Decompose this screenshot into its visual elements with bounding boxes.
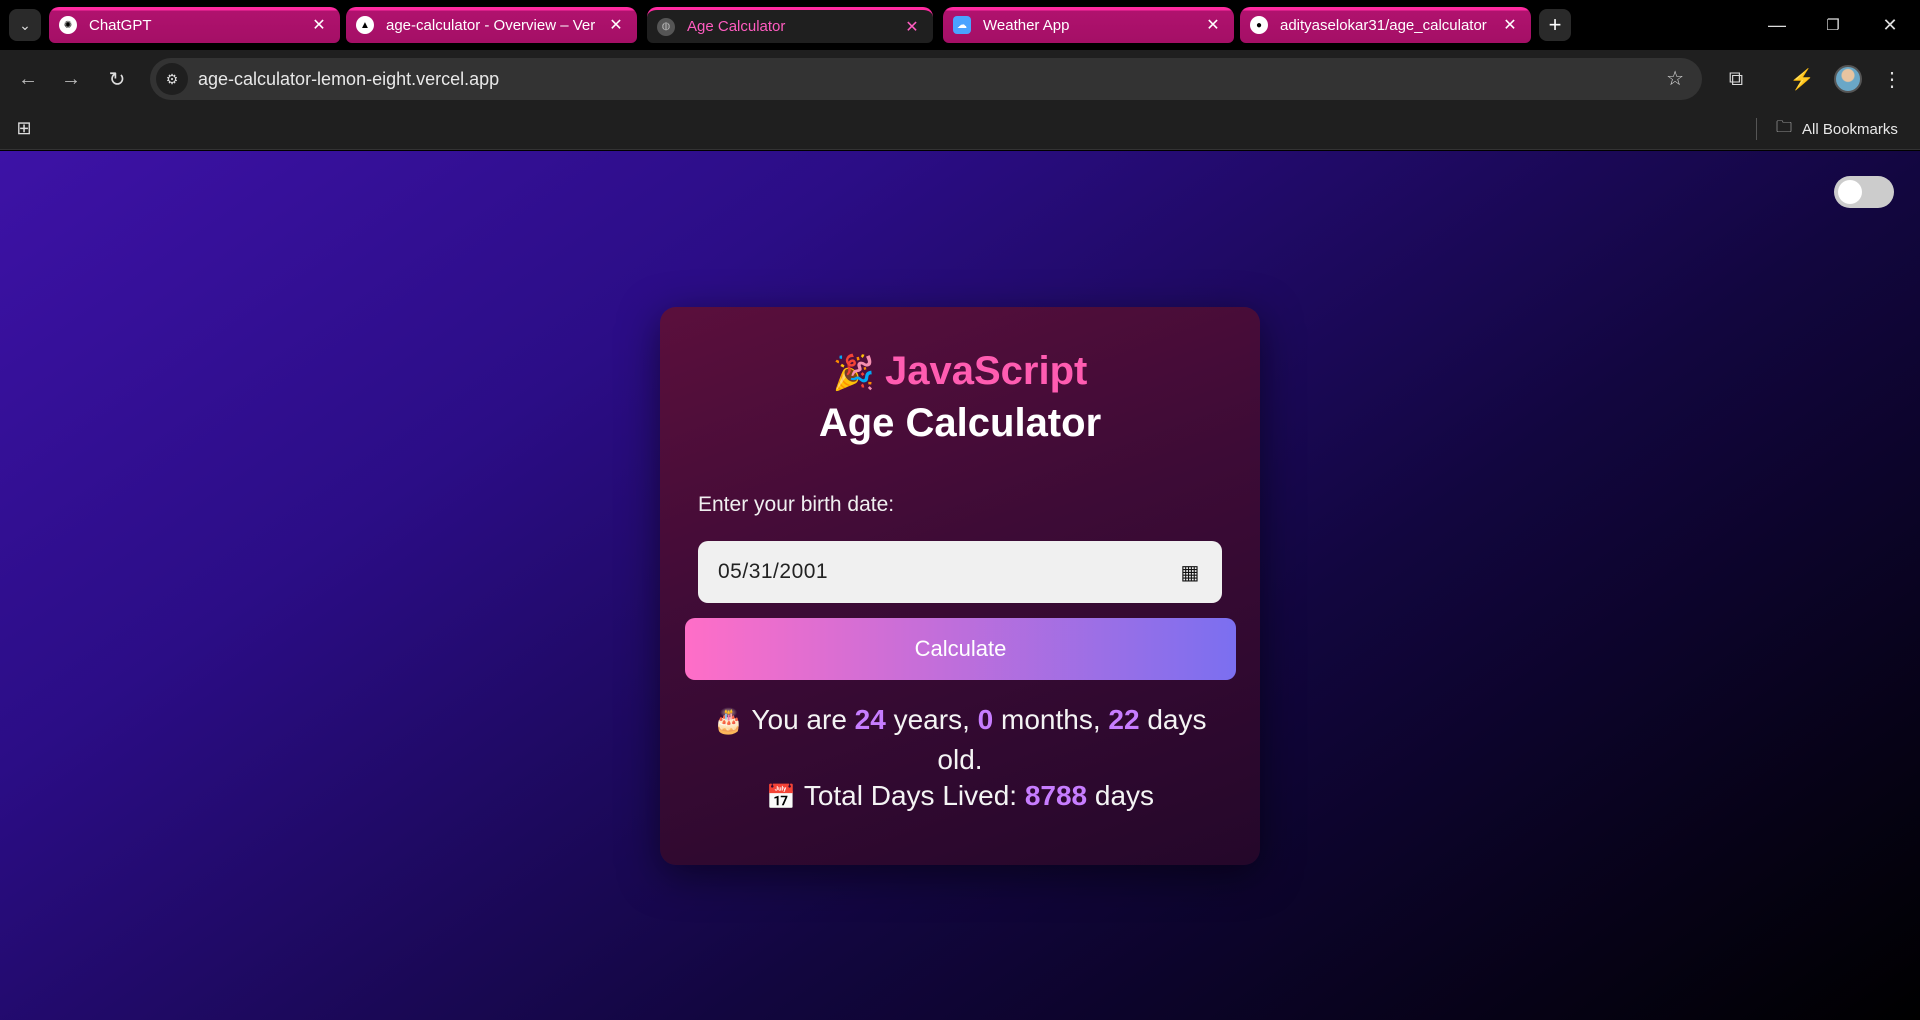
result-months-unit: months,	[1001, 704, 1101, 735]
chatgpt-icon: ✺	[59, 16, 77, 34]
profile-avatar[interactable]	[1834, 65, 1862, 93]
minimize-icon: —	[1768, 14, 1786, 35]
page-title-line1: 🎉 JavaScript	[660, 349, 1260, 394]
result-months: 0	[977, 704, 994, 735]
tab-chatgpt[interactable]: ✺ ChatGPT ✕	[49, 7, 340, 43]
globe-icon: ◍	[657, 17, 675, 36]
back-button[interactable]: ←	[13, 64, 43, 94]
lightning-icon: ⚡	[1789, 68, 1815, 91]
restore-button[interactable]: ❐	[1813, 10, 1853, 40]
tab-title: Age Calculator	[687, 18, 786, 35]
close-window-button[interactable]: ✕	[1870, 10, 1910, 40]
close-icon[interactable]: ✕	[903, 17, 921, 37]
result-years-unit: years,	[893, 704, 970, 735]
bookmark-star-icon[interactable]: ☆	[1666, 66, 1684, 91]
calculate-button[interactable]: Calculate	[685, 618, 1236, 680]
result-prefix: You are	[751, 704, 847, 735]
bookmarks-bar: ⊞ 🗀 All Bookmarks	[0, 108, 1920, 150]
birth-date-value[interactable]: 05/31/2001	[718, 560, 1178, 584]
weather-icon: ☁	[953, 16, 971, 34]
apps-grid-icon[interactable]: ⊞	[13, 117, 35, 139]
tab-title: adityaselokar31/age_calculator	[1280, 16, 1487, 34]
party-popper-icon: 🎉	[832, 354, 875, 392]
chevron-down-icon: ⌄	[19, 16, 31, 33]
folder-icon: 🗀	[1776, 118, 1793, 136]
total-days-result: 📅 Total Days Lived: 8788 days	[710, 777, 1210, 817]
tab-title: ChatGPT	[89, 16, 152, 34]
puzzle-icon: ⧉	[1728, 67, 1744, 90]
vercel-icon: ▲	[356, 16, 374, 34]
total-days-value: 8788	[1024, 780, 1088, 811]
birthday-cake-icon: 🎂	[713, 708, 744, 735]
close-icon[interactable]: ✕	[607, 15, 625, 35]
tab-vercel-overview[interactable]: ▲ age-calculator - Overview – Ver ✕	[346, 7, 637, 43]
total-days-label: Total Days Lived:	[803, 780, 1018, 811]
all-bookmarks-button[interactable]: 🗀 All Bookmarks	[1776, 117, 1898, 141]
close-icon: ✕	[1882, 14, 1898, 35]
forward-button[interactable]: →	[56, 64, 86, 94]
tab-title: age-calculator - Overview – Ver	[386, 16, 596, 34]
tab-age-calculator[interactable]: ◍ Age Calculator ✕	[647, 7, 933, 43]
close-icon[interactable]: ✕	[310, 15, 328, 35]
close-icon[interactable]: ✕	[1204, 15, 1222, 35]
tab-title: Weather App	[983, 16, 1070, 34]
birth-date-label: Enter your birth date:	[698, 493, 895, 516]
result-days: 22	[1108, 704, 1140, 735]
birth-date-input[interactable]: 05/31/2001 ▦	[698, 541, 1222, 603]
total-days-unit: days	[1094, 780, 1155, 811]
age-result: 🎂 You are 24 years, 0 months, 22 days old…	[710, 701, 1210, 779]
browser-toolbar: ← → ↻ ⚙ age-calculator-lemon-eight.verce…	[0, 50, 1920, 108]
minimize-button[interactable]: —	[1757, 10, 1797, 40]
page-background: 🎉 JavaScript Age Calculator Enter your bi…	[0, 151, 1920, 1020]
bookmarks-divider	[1756, 118, 1757, 140]
calendar-picker-icon[interactable]: ▦	[1178, 560, 1202, 584]
site-info-icon[interactable]: ⚙	[156, 63, 188, 95]
toggle-knob	[1838, 180, 1862, 204]
arrow-right-icon: →	[61, 67, 81, 90]
tab-weather-app[interactable]: ☁ Weather App ✕	[943, 7, 1234, 43]
address-bar[interactable]: ⚙ age-calculator-lemon-eight.vercel.app …	[150, 58, 1702, 100]
all-bookmarks-label: All Bookmarks	[1802, 120, 1898, 138]
performance-button[interactable]: ⚡	[1786, 63, 1818, 95]
arrow-left-icon: ←	[18, 67, 38, 90]
tab-search-button[interactable]: ⌄	[9, 9, 41, 41]
kebab-menu-icon: ⋮	[1882, 68, 1902, 91]
menu-button[interactable]: ⋮	[1876, 63, 1908, 95]
calculator-card: 🎉 JavaScript Age Calculator Enter your bi…	[660, 307, 1260, 865]
reload-icon: ↻	[108, 68, 126, 91]
new-tab-button[interactable]: +	[1539, 9, 1571, 41]
url-text[interactable]: age-calculator-lemon-eight.vercel.app	[198, 69, 499, 90]
plus-icon: +	[1548, 12, 1562, 37]
extensions-button[interactable]: ⧉	[1720, 63, 1752, 95]
theme-toggle[interactable]	[1834, 176, 1894, 208]
calendar-icon: 📅	[765, 784, 796, 811]
github-icon: ●	[1250, 16, 1268, 34]
page-title-line2: Age Calculator	[818, 401, 1102, 445]
tab-github-repo[interactable]: ● adityaselokar31/age_calculator ✕	[1240, 7, 1531, 43]
restore-icon: ❐	[1826, 17, 1840, 34]
close-icon[interactable]: ✕	[1501, 15, 1519, 35]
heading-text-javascript: JavaScript	[885, 349, 1088, 393]
result-years: 24	[854, 704, 886, 735]
reload-button[interactable]: ↻	[102, 64, 132, 94]
tab-strip: ⌄ ✺ ChatGPT ✕ ▲ age-calculator - Overvie…	[0, 0, 1920, 50]
